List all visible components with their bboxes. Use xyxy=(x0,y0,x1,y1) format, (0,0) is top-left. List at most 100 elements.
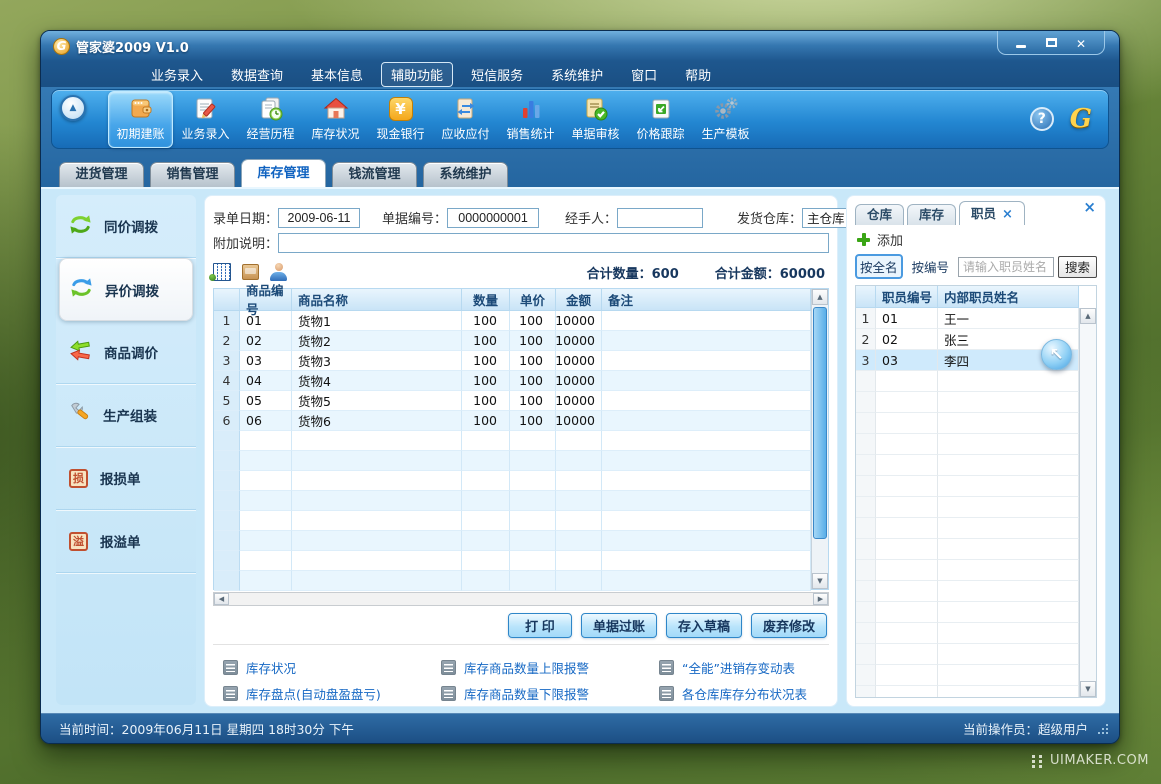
sidebar-item-overflow-report[interactable]: 溢 报溢单 xyxy=(56,510,196,573)
print-button[interactable]: 打 印 xyxy=(508,613,572,638)
warehouse-icon[interactable] xyxy=(213,263,231,281)
scroll-up-icon[interactable] xyxy=(812,289,828,305)
toolbar-item-business-entry[interactable]: 业务录入 xyxy=(173,91,238,148)
loss-stamp-icon: 损 xyxy=(69,469,88,488)
table-row-empty xyxy=(856,497,1079,518)
sidebar-item-price-adjustment[interactable]: 商品调价 xyxy=(56,321,196,384)
maximize-button[interactable] xyxy=(1036,33,1066,53)
table-row[interactable]: 202货物210010010000 xyxy=(214,331,811,351)
toolbar-item-production-template[interactable]: 生产模板 xyxy=(693,91,758,148)
wallet-icon xyxy=(128,96,154,122)
link-warehouse-distribution[interactable]: 各仓库库存分布状况表 xyxy=(659,684,819,703)
toolbar-item-price-tracking[interactable]: 价格跟踪 xyxy=(628,91,693,148)
toolbar-item-cash-bank[interactable]: 现金银行 xyxy=(368,91,433,148)
staff-vertical-scrollbar[interactable] xyxy=(1079,308,1096,697)
panel-close-icon[interactable] xyxy=(1083,200,1096,214)
sidebar-item-same-price-transfer[interactable]: 同价调拨 xyxy=(56,195,196,258)
table-row-empty xyxy=(856,392,1079,413)
tab-system-maintenance[interactable]: 系统维护 xyxy=(423,162,508,187)
table-row[interactable]: 303货物310010010000 xyxy=(214,351,811,371)
action-button-row: 打 印 单据过账 存入草稿 废弃修改 xyxy=(213,606,829,645)
link-inventory-status[interactable]: 库存状况 xyxy=(223,658,441,677)
app-logo-icon: G xyxy=(53,38,70,55)
toolbar-item-business-history[interactable]: 经营历程 xyxy=(238,91,303,148)
documents-clock-icon xyxy=(258,96,284,122)
toolbar: 初期建账 业务录入 经营历程 库存状况 现金银行 xyxy=(51,89,1109,149)
scroll-up-icon[interactable] xyxy=(1080,308,1096,324)
table-row-empty xyxy=(856,518,1079,539)
toolbar-item-receivables-payables[interactable]: 应收应付 xyxy=(433,91,498,148)
menu-item-sms[interactable]: 短信服务 xyxy=(461,62,533,87)
doc-number-input[interactable] xyxy=(447,208,539,228)
menu-item-business-entry[interactable]: 业务录入 xyxy=(141,62,213,87)
tab-sales-management[interactable]: 销售管理 xyxy=(150,162,235,187)
scrollbar-thumb[interactable] xyxy=(813,307,827,539)
watermark-text: UIMAKER.COM xyxy=(1050,753,1149,768)
sidebar-item-loss-report[interactable]: 损 报损单 xyxy=(56,447,196,510)
form-row-2: 附加说明： xyxy=(213,231,829,254)
note-input[interactable] xyxy=(278,233,829,253)
tab-close-icon[interactable] xyxy=(1002,202,1013,226)
scroll-right-icon[interactable] xyxy=(813,593,828,606)
resize-grip[interactable] xyxy=(1096,722,1109,735)
add-row[interactable]: 添加 xyxy=(855,227,1097,252)
search-button[interactable]: 搜索 xyxy=(1058,256,1097,278)
tab-cashflow-management[interactable]: 钱流管理 xyxy=(332,162,417,187)
toolbar-item-sales-statistics[interactable]: 销售统计 xyxy=(498,91,563,148)
title-bar: G 管家婆2009 V1.0 xyxy=(41,31,1119,61)
table-row[interactable]: 505货物510010010000 xyxy=(214,391,811,411)
menu-item-system-maintenance[interactable]: 系统维护 xyxy=(541,62,613,87)
filter-by-code-button[interactable]: 按编号 xyxy=(907,254,955,279)
menu-item-window[interactable]: 窗口 xyxy=(621,62,667,87)
tab-purchase-management[interactable]: 进货管理 xyxy=(59,162,144,187)
header-staff-name: 内部职员姓名 xyxy=(938,286,1079,307)
toolbar-item-inventory-status[interactable]: 库存状况 xyxy=(303,91,368,148)
link-lower-limit-alarm[interactable]: 库存商品数量下限报警 xyxy=(441,684,659,703)
table-row-empty xyxy=(214,431,811,451)
link-upper-limit-alarm[interactable]: 库存商品数量上限报警 xyxy=(441,658,659,677)
menu-item-auxiliary[interactable]: 辅助功能 xyxy=(381,62,453,87)
lookup-panel: 仓库 库存 职员 添加 按全名 按编号 搜索 职员编号 内部职员姓名 xyxy=(846,195,1106,707)
tab-warehouse[interactable]: 仓库 xyxy=(855,204,904,225)
report-icon xyxy=(441,686,456,701)
report-icon xyxy=(223,686,238,701)
handler-input[interactable] xyxy=(617,208,703,228)
scroll-down-icon[interactable] xyxy=(1080,681,1096,697)
link-omnipotent-change-table[interactable]: “全能”进销存变动表 xyxy=(659,658,819,677)
toolbar-item-document-audit[interactable]: 单据审核 xyxy=(563,91,628,148)
table-row-empty xyxy=(214,551,811,571)
save-draft-button[interactable]: 存入草稿 xyxy=(666,613,742,638)
tab-inventory-management[interactable]: 库存管理 xyxy=(241,159,326,187)
staff-search-input[interactable] xyxy=(958,257,1054,277)
tab-inventory[interactable]: 库存 xyxy=(907,204,956,225)
post-document-button[interactable]: 单据过账 xyxy=(581,613,657,638)
table-row-empty xyxy=(856,602,1079,623)
menu-item-data-query[interactable]: 数据查询 xyxy=(221,62,293,87)
toolbar-item-initial-setup[interactable]: 初期建账 xyxy=(108,91,173,148)
filter-by-fullname-button[interactable]: 按全名 xyxy=(855,254,903,279)
link-stocktake[interactable]: 库存盘点(自动盘盈盘亏) xyxy=(223,684,441,703)
vertical-scrollbar[interactable] xyxy=(811,289,828,589)
cursor-pointer-icon xyxy=(1041,339,1072,370)
table-row[interactable]: 606货物610010010000 xyxy=(214,411,811,431)
close-button[interactable] xyxy=(1066,33,1096,53)
inventory-box-icon[interactable] xyxy=(242,264,259,280)
discard-changes-button[interactable]: 废弃修改 xyxy=(751,613,827,638)
staff-row[interactable]: 101王一 xyxy=(856,308,1079,329)
menu-item-help[interactable]: 帮助 xyxy=(675,62,721,87)
collapse-toolbar-button[interactable] xyxy=(60,95,86,121)
help-icon[interactable] xyxy=(1030,107,1054,131)
menu-item-basic-info[interactable]: 基本信息 xyxy=(301,62,373,87)
table-row[interactable]: 404货物410010010000 xyxy=(214,371,811,391)
date-input[interactable] xyxy=(278,208,360,228)
wrench-icon xyxy=(69,402,91,428)
scroll-down-icon[interactable] xyxy=(812,573,828,589)
tab-staff[interactable]: 职员 xyxy=(959,201,1025,225)
sidebar-item-diff-price-transfer[interactable]: 异价调拨 xyxy=(59,258,193,321)
horizontal-scrollbar[interactable] xyxy=(213,592,829,607)
staff-icon[interactable] xyxy=(270,263,287,281)
sidebar-item-production-assembly[interactable]: 生产组装 xyxy=(56,384,196,447)
minimize-button[interactable] xyxy=(1006,33,1036,53)
scroll-left-icon[interactable] xyxy=(214,593,229,606)
table-row[interactable]: 101货物110010010000 xyxy=(214,311,811,331)
